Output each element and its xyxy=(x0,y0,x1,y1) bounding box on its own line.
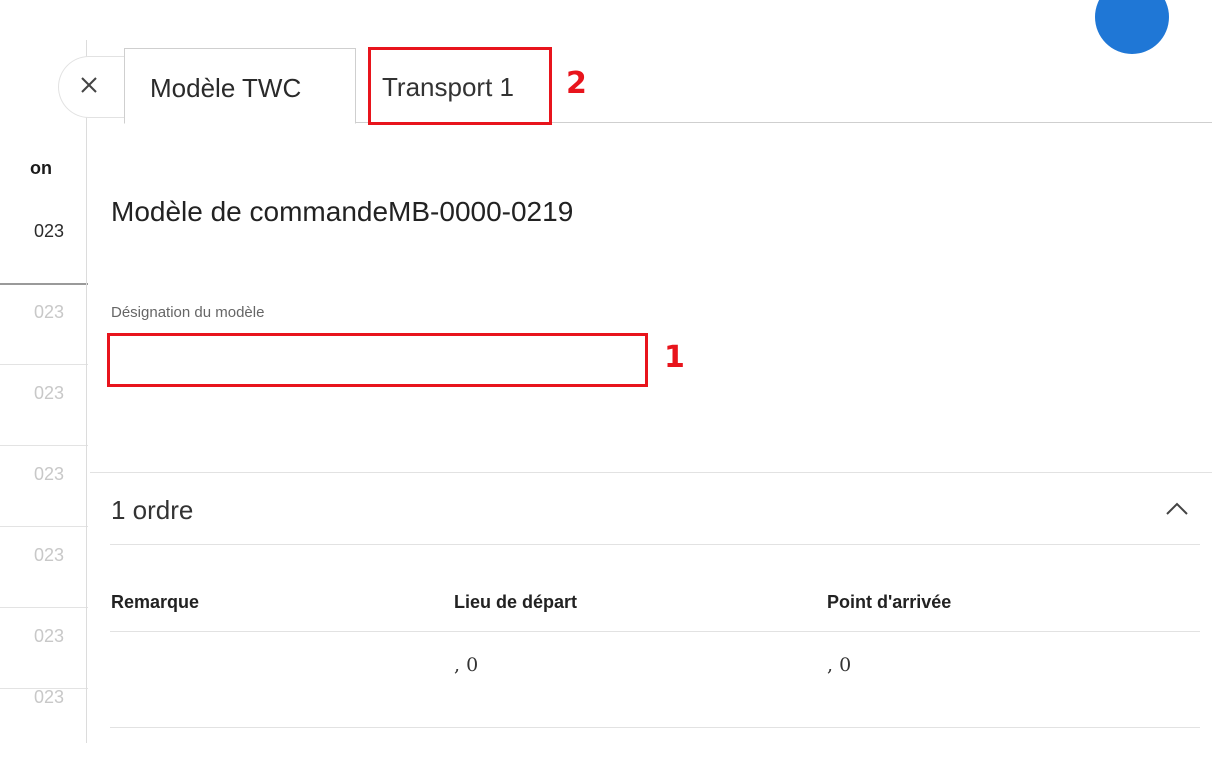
annotation-box-2 xyxy=(368,47,552,125)
list-item-label: 023 xyxy=(34,687,65,707)
left-list-header: on xyxy=(30,158,52,178)
list-item-label: 023 xyxy=(34,626,65,646)
close-icon[interactable] xyxy=(78,74,100,96)
avatar[interactable] xyxy=(1095,0,1169,54)
table-header-rule xyxy=(110,631,1200,632)
list-item[interactable]: 023 xyxy=(0,282,88,365)
column-header-point-arrivee: Point d'arrivée xyxy=(827,592,952,612)
annotation-number-1: 1 xyxy=(664,340,685,375)
list-item-label: 023 xyxy=(34,383,65,403)
tab-modele-twc[interactable]: Modèle TWC xyxy=(124,48,356,124)
designation-label: Désignation du modèle xyxy=(111,304,265,321)
annotation-box-1 xyxy=(107,333,648,387)
section-divider xyxy=(90,472,1212,473)
list-item-label: 023 xyxy=(34,545,65,565)
tab-label: Modèle TWC xyxy=(150,73,302,103)
list-item[interactable]: 023 xyxy=(0,201,88,285)
list-item-label: 023 xyxy=(34,302,65,322)
screen: on 023 023 023 023 023 023 023 Modèle TW… xyxy=(0,0,1228,763)
column-header-remarque: Remarque xyxy=(111,592,200,612)
list-item[interactable]: 023 xyxy=(0,444,88,527)
table-row-rule xyxy=(110,727,1200,728)
page-title: Modèle de commandeMB-0000-0219 xyxy=(111,196,574,227)
list-item-label: 023 xyxy=(34,221,65,241)
cell-lieu-depart: , 0 xyxy=(454,654,479,676)
annotation-number-2: 2 xyxy=(566,66,587,101)
chevron-up-icon[interactable] xyxy=(1162,494,1192,524)
panel-divider xyxy=(86,40,87,743)
list-item[interactable]: 023 xyxy=(0,687,88,763)
list-item[interactable]: 023 xyxy=(0,363,88,446)
cell-point-arrivee: , 0 xyxy=(827,654,852,676)
list-item-label: 023 xyxy=(34,464,65,484)
column-header-lieu-depart: Lieu de départ xyxy=(454,592,578,612)
orders-section-title: 1 ordre xyxy=(111,495,194,525)
section-rule xyxy=(110,544,1200,545)
list-item[interactable]: 023 xyxy=(0,606,88,689)
list-item[interactable]: 023 xyxy=(0,525,88,608)
